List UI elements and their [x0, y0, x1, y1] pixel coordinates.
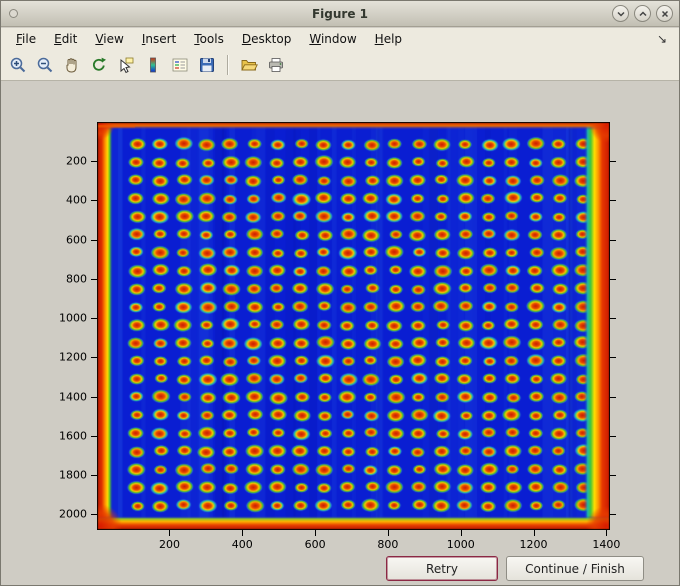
- printer-icon: [269, 58, 283, 72]
- y-tick-mark: [91, 514, 97, 516]
- y-tick-label: 800: [66, 272, 87, 286]
- legend-icon: [172, 58, 188, 72]
- microarray-image[interactable]: [97, 122, 610, 530]
- menu-insert[interactable]: Insert: [133, 30, 185, 48]
- y-tick-mark: [610, 318, 616, 320]
- zoom-in-icon: [10, 57, 26, 73]
- retry-button[interactable]: Retry: [386, 556, 498, 581]
- y-tick-label: 200: [66, 154, 87, 168]
- menu-file[interactable]: File: [7, 30, 45, 48]
- menu-help[interactable]: Help: [366, 30, 411, 48]
- y-tick-label: 1200: [59, 350, 87, 364]
- y-tick-mark: [91, 475, 97, 477]
- maximize-button[interactable]: [634, 5, 651, 22]
- menu-tools[interactable]: Tools: [185, 30, 233, 48]
- y-tick-label: 1800: [59, 468, 87, 482]
- toolbar-separator: [227, 55, 229, 75]
- close-button[interactable]: [656, 5, 673, 22]
- y-tick-mark: [610, 475, 616, 477]
- cursor-icon: [120, 57, 134, 74]
- toolbar: [1, 50, 679, 81]
- menu-desktop[interactable]: Desktop: [233, 30, 301, 48]
- chevron-down-icon: [616, 11, 625, 17]
- folder-open-icon: [241, 60, 258, 71]
- rotate-icon: [93, 57, 106, 71]
- y-tick-mark: [91, 161, 97, 163]
- y-tick-mark: [91, 239, 97, 241]
- pan-button[interactable]: [60, 53, 84, 77]
- x-tick-label: 1400: [592, 538, 621, 551]
- y-tick-label: 1600: [59, 429, 87, 443]
- hand-icon: [66, 58, 77, 73]
- y-tick-mark: [91, 200, 97, 202]
- menubar: File Edit View Insert Tools Desktop Window Help…: [1, 28, 679, 50]
- y-tick-mark: [91, 278, 97, 280]
- y-tick-mark: [610, 514, 616, 516]
- open-file-button[interactable]: [237, 53, 261, 77]
- colorbar-icon: [150, 57, 156, 73]
- x-tick-label: 800: [377, 538, 399, 551]
- y-tick-mark: [610, 396, 616, 398]
- y-tick-label: 1400: [59, 390, 87, 404]
- x-tick-mark: [533, 530, 535, 536]
- axes: 200 400 600 800 1000 1200 1400 200 400 600 800 1000…: [59, 122, 620, 551]
- y-tick-mark: [610, 161, 616, 163]
- x-tick-mark: [315, 530, 317, 536]
- x-tick-mark: [606, 530, 608, 536]
- save-figure-button[interactable]: [195, 53, 219, 77]
- y-tick-mark: [610, 357, 616, 359]
- floppy-save-icon: [200, 58, 214, 72]
- chevron-up-icon: [638, 10, 647, 16]
- x-tick-label: 400: [231, 538, 253, 551]
- x-tick-label: 200: [158, 538, 180, 551]
- y-tick-mark: [91, 357, 97, 359]
- zoom-out-icon: [37, 57, 53, 73]
- zoom-in-button[interactable]: [6, 53, 30, 77]
- dock-figure-icon[interactable]: ↘: [657, 32, 673, 46]
- titlebar[interactable]: Figure 1: [1, 1, 679, 27]
- window-menu-icon[interactable]: [9, 9, 18, 18]
- window-controls: [612, 5, 673, 22]
- x-tick-mark: [242, 530, 244, 536]
- y-tick-mark: [610, 435, 616, 437]
- print-figure-button[interactable]: [264, 53, 288, 77]
- menu-edit[interactable]: Edit: [45, 30, 86, 48]
- x-tick-label: 600: [304, 538, 326, 551]
- rotate-3d-button[interactable]: [87, 53, 111, 77]
- y-tick-label: 2000: [59, 507, 87, 521]
- menubar-items: File Edit View Insert Tools Desktop Window Help: [7, 30, 411, 48]
- insert-legend-button[interactable]: [168, 53, 192, 77]
- x-tick-label: 1000: [446, 538, 475, 551]
- menu-view[interactable]: View: [86, 30, 132, 48]
- y-tick-label: 1000: [59, 311, 87, 325]
- shade-button[interactable]: [612, 5, 629, 22]
- x-tick-label: 1200: [519, 538, 548, 551]
- close-icon: [661, 10, 668, 17]
- y-tick-label: 600: [66, 233, 87, 247]
- y-tick-mark: [610, 278, 616, 280]
- data-cursor-button[interactable]: [114, 53, 138, 77]
- y-tick-mark: [91, 318, 97, 320]
- x-tick-mark: [169, 530, 171, 536]
- menu-window[interactable]: Window: [300, 30, 365, 48]
- y-tick-mark: [91, 396, 97, 398]
- x-tick-mark: [387, 530, 389, 536]
- zoom-out-button[interactable]: [33, 53, 57, 77]
- x-tick-mark: [460, 530, 462, 536]
- window-title: Figure 1: [311, 7, 369, 21]
- y-tick-mark: [610, 239, 616, 241]
- insert-colorbar-button[interactable]: [141, 53, 165, 77]
- y-tick-label: 400: [66, 193, 87, 207]
- figure-canvas-area: 200 400 600 800 1000 1200 1400 200 400 600 800 1000…: [1, 81, 679, 585]
- figure-window: Figure 1 File Edit View Insert Tools Desktop W…: [0, 0, 680, 586]
- y-tick-mark: [610, 200, 616, 202]
- y-tick-mark: [91, 435, 97, 437]
- continue-finish-button[interactable]: Continue / Finish: [506, 556, 644, 581]
